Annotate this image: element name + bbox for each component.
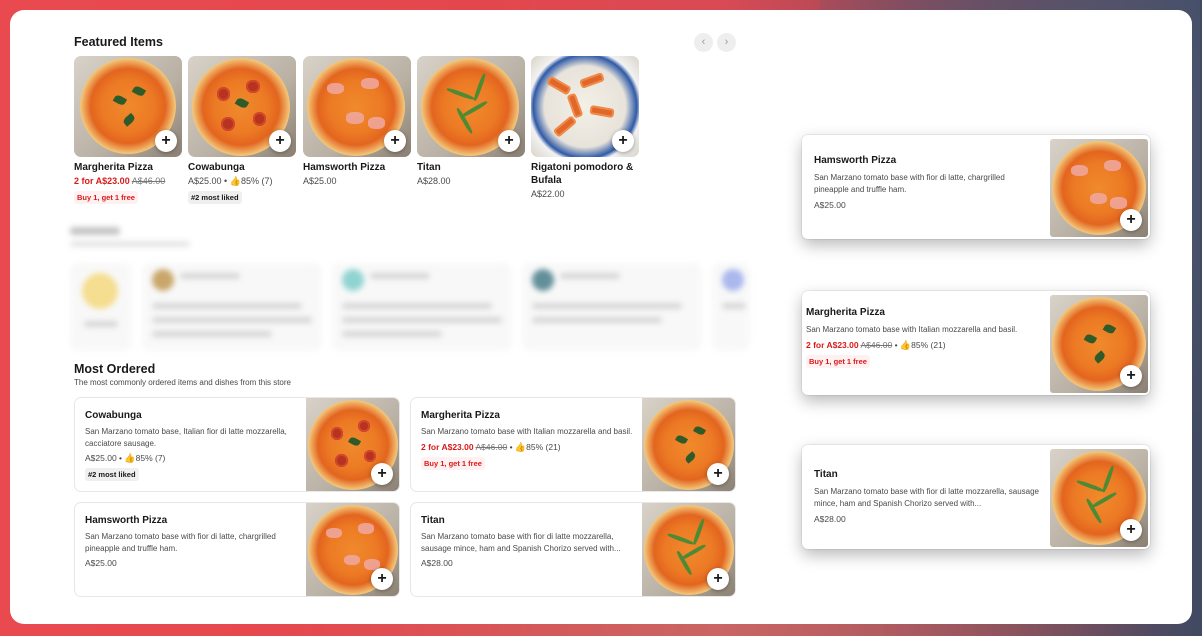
featured-item[interactable]: + Hamsworth Pizza A$25.00 — [303, 56, 411, 187]
highlight-card[interactable]: Hamsworth Pizza San Marzano tomato base … — [802, 135, 1150, 239]
featured-item[interactable]: + Margherita Pizza 2 for A$23.00 A$46.00… — [74, 56, 182, 205]
featured-item[interactable]: + Rigatoni pomodoro & Bufala A$22.00 — [531, 56, 639, 200]
item-description: San Marzano tomato base, Italian fior di… — [85, 427, 287, 448]
item-image: + — [531, 56, 639, 157]
item-price: A$25.00 — [85, 558, 117, 568]
highlight-card[interactable]: Margherita Pizza San Marzano tomato base… — [802, 291, 1150, 395]
item-name: Cowabunga — [188, 162, 245, 173]
item-price: A$28.00 — [421, 558, 453, 568]
item-image: + — [1050, 295, 1148, 393]
item-price: A$28.00 — [417, 176, 451, 186]
blurred-reviews-section — [70, 215, 750, 357]
most-ordered-item[interactable]: Cowabunga San Marzano tomato base, Itali… — [74, 397, 400, 492]
most-ordered-item[interactable]: Titan San Marzano tomato base with fior … — [410, 502, 736, 597]
add-item-button[interactable]: + — [371, 463, 393, 485]
item-price: A$25.00 — [814, 200, 846, 210]
item-image: + — [642, 398, 735, 491]
item-image: + — [642, 503, 735, 596]
item-price: 2 for A$23.00 A$46.00 • 👍85% (21) — [806, 340, 946, 350]
item-price: A$25.00 — [303, 176, 337, 186]
item-image: + — [74, 56, 182, 157]
thumbs-up-icon: 👍 — [124, 453, 136, 463]
most-ordered-item[interactable]: Hamsworth Pizza San Marzano tomato base … — [74, 502, 400, 597]
item-image: + — [1050, 449, 1148, 547]
item-name: Margherita Pizza — [421, 410, 500, 421]
add-item-button[interactable]: + — [155, 130, 177, 152]
featured-title: Featured Items — [74, 35, 163, 49]
item-name: Cowabunga — [85, 410, 142, 421]
thumbs-up-icon: 👍 — [514, 441, 527, 452]
add-item-button[interactable]: + — [1120, 519, 1142, 541]
promo-badge: Buy 1, get 1 free — [421, 456, 485, 470]
item-name: Titan — [814, 469, 838, 480]
add-item-button[interactable]: + — [1120, 365, 1142, 387]
item-image: + — [306, 503, 399, 596]
item-price: A$28.00 — [814, 514, 846, 524]
item-description: San Marzano tomato base with fior di lat… — [85, 532, 276, 553]
most-ordered-title: Most Ordered — [74, 362, 156, 376]
item-price: A$25.00 • 👍85% (7) — [188, 176, 273, 186]
add-item-button[interactable]: + — [707, 463, 729, 485]
item-image: + — [306, 398, 399, 491]
item-name: Hamsworth Pizza — [303, 162, 386, 173]
item-description: San Marzano tomato base with fior di lat… — [814, 487, 1040, 508]
store-menu-panel: Featured Items ‹ › + Margherita Pizza 2 … — [10, 10, 1192, 624]
item-image: + — [417, 56, 525, 157]
item-image: + — [1050, 139, 1148, 237]
item-image: + — [188, 56, 296, 157]
item-image: + — [303, 56, 411, 157]
item-name: Margherita Pizza — [806, 307, 885, 318]
item-name: Titan — [417, 162, 441, 173]
chevron-right-icon[interactable]: › — [717, 33, 736, 52]
add-item-button[interactable]: + — [371, 568, 393, 590]
add-item-button[interactable]: + — [384, 130, 406, 152]
promo-badge: Buy 1, get 1 free — [806, 355, 870, 368]
item-name: Rigatoni pomodoro & Bufala — [531, 162, 634, 186]
item-description: San Marzano tomato base with Italian moz… — [421, 427, 633, 436]
item-description: San Marzano tomato base with Italian moz… — [806, 325, 1018, 334]
add-item-button[interactable]: + — [1120, 209, 1142, 231]
item-price: 2 for A$23.00 A$46.00 — [74, 176, 166, 186]
add-item-button[interactable]: + — [498, 130, 520, 152]
most-ordered-item[interactable]: Margherita Pizza San Marzano tomato base… — [410, 397, 736, 492]
highlight-card[interactable]: Titan San Marzano tomato base with fior … — [802, 445, 1150, 549]
rank-badge: #2 most liked — [85, 468, 139, 481]
promo-badge: Buy 1, get 1 free — [74, 191, 138, 204]
item-name: Titan — [421, 515, 445, 526]
featured-item[interactable]: + Cowabunga A$25.00 • 👍85% (7) #2 most l… — [188, 56, 296, 205]
item-description: San Marzano tomato base with fior di lat… — [814, 173, 1005, 194]
item-price: A$25.00 • 👍85% (7) — [85, 453, 166, 463]
item-name: Hamsworth Pizza — [85, 515, 168, 526]
thumbs-up-icon: 👍 — [899, 340, 912, 350]
item-price: A$22.00 — [531, 189, 565, 199]
add-item-button[interactable]: + — [269, 130, 291, 152]
featured-item[interactable]: + Titan A$28.00 — [417, 56, 525, 187]
chevron-left-icon[interactable]: ‹ — [694, 33, 713, 52]
most-ordered-subtitle: The most commonly ordered items and dish… — [74, 378, 291, 387]
item-name: Hamsworth Pizza — [814, 155, 897, 166]
item-price: 2 for A$23.00 A$46.00 • 👍85% (21) — [421, 441, 561, 452]
thumbs-up-icon: 👍 — [229, 176, 241, 186]
add-item-button[interactable]: + — [612, 130, 634, 152]
add-item-button[interactable]: + — [707, 568, 729, 590]
item-description: San Marzano tomato base with fior di lat… — [421, 532, 621, 553]
rank-badge: #2 most liked — [188, 191, 242, 204]
item-name: Margherita Pizza — [74, 162, 153, 173]
